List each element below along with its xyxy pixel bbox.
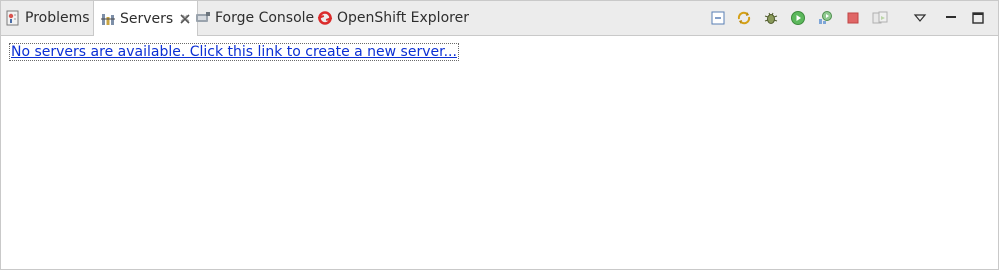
stop-server-icon[interactable] [845,10,861,26]
profile-server-icon[interactable] [817,10,833,26]
create-new-server-link[interactable]: No servers are available. Click this lin… [9,43,459,61]
publish-icon[interactable] [872,10,888,26]
servers-list-area: No servers are available. Click this lin… [1,36,998,269]
start-server-icon[interactable] [790,10,806,26]
debug-server-icon[interactable] [763,10,779,26]
servers-icon [100,11,116,27]
minimize-icon[interactable] [943,10,959,26]
link-with-editor-icon[interactable] [736,10,752,26]
tab-servers[interactable]: Servers [93,1,199,36]
openshift-icon [317,10,333,26]
tab-openshift-explorer[interactable]: OpenShift Explorer [317,1,469,35]
tab-forge-console[interactable]: Forge Console [195,1,314,35]
view-menu-icon[interactable] [912,10,928,26]
view-tab-bar: Problems Servers Forge Console OpenShift… [1,1,998,36]
tab-problems[interactable]: Problems [5,1,90,35]
collapse-all-icon[interactable] [710,10,726,26]
servers-view-panel: Problems Servers Forge Console OpenShift… [0,0,999,270]
close-icon[interactable] [179,13,191,25]
problems-icon [5,10,21,26]
tab-forge-console-label: Forge Console [215,10,315,26]
forge-console-icon [195,10,211,26]
tab-servers-label: Servers [120,10,174,27]
tab-openshift-explorer-label: OpenShift Explorer [337,10,469,26]
maximize-icon[interactable] [970,10,986,26]
tab-problems-label: Problems [25,10,90,26]
